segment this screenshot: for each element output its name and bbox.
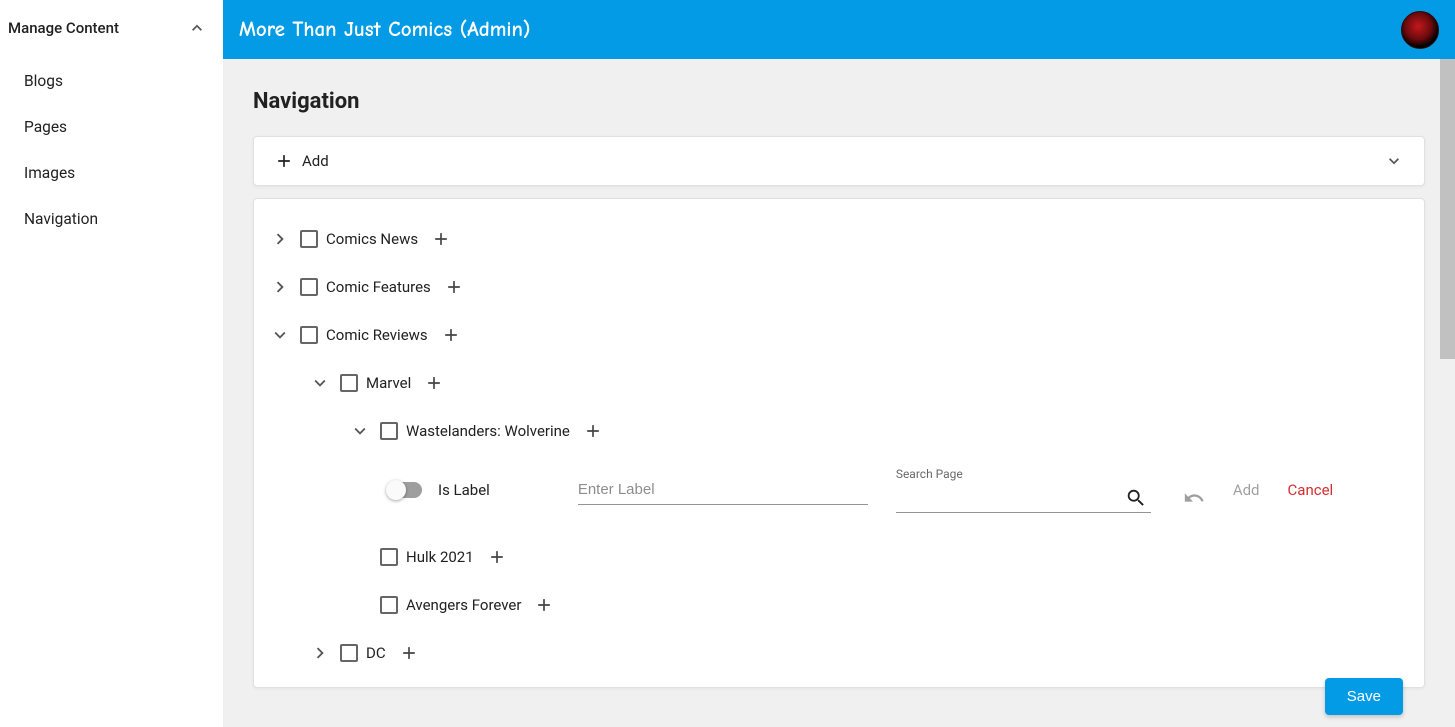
sidebar-section-toggle[interactable]: Manage Content (0, 10, 223, 46)
tree-node-comic-reviews: Comic Reviews (268, 315, 1410, 673)
tree-row: Comic Features (268, 267, 1410, 307)
scrollbar[interactable] (1440, 59, 1455, 727)
avatar[interactable] (1401, 11, 1439, 49)
sidebar-item-navigation[interactable]: Navigation (0, 196, 223, 242)
plus-icon (534, 595, 554, 615)
add-panel-left: Add (274, 151, 329, 171)
checkbox[interactable] (300, 230, 318, 248)
sidebar-item-blogs[interactable]: Blogs (0, 58, 223, 104)
add-child-button[interactable] (398, 642, 420, 664)
save-button[interactable]: Save (1325, 678, 1403, 715)
is-label-text: Is Label (438, 481, 490, 499)
sidebar-item-images[interactable]: Images (0, 150, 223, 196)
chevron-right-icon (269, 228, 291, 250)
nav-tree: Comics News Comic Features (253, 198, 1425, 688)
node-label: DC (366, 644, 386, 662)
tree-row: Marvel (308, 363, 1410, 403)
tree-row: Avengers Forever (348, 585, 1410, 625)
sidebar: Manage Content Blogs Pages Images Naviga… (0, 0, 223, 727)
add-child-button[interactable] (486, 546, 508, 568)
node-label: Marvel (366, 374, 411, 392)
add-child-button[interactable] (430, 228, 452, 250)
sidebar-heading-label: Manage Content (8, 19, 119, 37)
search-page-label: Search Page (896, 467, 1151, 481)
plus-icon (583, 421, 603, 441)
add-panel-label: Add (302, 152, 329, 170)
add-child-button[interactable] (423, 372, 445, 394)
node-label: Comics News (326, 230, 418, 248)
tree-node-dc: DC (308, 633, 1410, 673)
tree-node-comics-news: Comics News (268, 219, 1410, 259)
node-label: Comic Features (326, 278, 431, 296)
sidebar-items: Blogs Pages Images Navigation (0, 46, 223, 254)
scrollbar-thumb[interactable] (1440, 59, 1455, 359)
plus-icon (399, 643, 419, 663)
chevron-down-icon (1384, 151, 1404, 171)
is-label-toggle[interactable] (388, 482, 422, 498)
tree-node-wastelanders: Wastelanders: Wolverine (348, 411, 1410, 529)
plus-icon (487, 547, 507, 567)
tree-row: DC (308, 633, 1410, 673)
label-input[interactable] (578, 475, 868, 505)
app-title: More Than Just Comics (Admin) (239, 18, 530, 42)
search-icon[interactable] (1125, 487, 1147, 509)
add-child-form: Is Label Search Page (348, 451, 1410, 529)
tree-node-comic-features: Comic Features (268, 267, 1410, 307)
chevron-up-icon (187, 18, 207, 38)
node-label: Wastelanders: Wolverine (406, 422, 570, 440)
undo-icon[interactable] (1183, 487, 1205, 509)
children: Wastelanders: Wolverine (308, 411, 1410, 625)
tree-node-avengers: Avengers Forever (348, 585, 1410, 625)
inline-add-button: Add (1233, 481, 1260, 499)
chevron-right-icon (309, 642, 331, 664)
plus-icon (444, 277, 464, 297)
sidebar-item-pages[interactable]: Pages (0, 104, 223, 150)
collapse-toggle[interactable] (348, 420, 372, 442)
add-child-button[interactable] (440, 324, 462, 346)
app-root: Manage Content Blogs Pages Images Naviga… (0, 0, 1455, 727)
add-child-button[interactable] (533, 594, 555, 616)
add-child-button[interactable] (443, 276, 465, 298)
tree-row: Comics News (268, 219, 1410, 259)
content-area: Navigation Add (223, 59, 1455, 727)
main: More Than Just Comics (Admin) Navigation… (223, 0, 1455, 727)
checkbox[interactable] (380, 422, 398, 440)
collapse-toggle[interactable] (268, 324, 292, 346)
chevron-down-icon (269, 324, 291, 346)
expand-toggle[interactable] (268, 228, 292, 250)
plus-icon (274, 151, 294, 171)
checkbox[interactable] (300, 278, 318, 296)
node-label: Avengers Forever (406, 596, 521, 614)
checkbox[interactable] (340, 374, 358, 392)
search-page-input[interactable] (896, 483, 1151, 513)
chevron-down-icon (349, 420, 371, 442)
add-child-button[interactable] (582, 420, 604, 442)
tree-node-marvel: Marvel (308, 363, 1410, 625)
expand-toggle[interactable] (308, 642, 332, 664)
chevron-down-icon (309, 372, 331, 394)
node-label: Hulk 2021 (406, 548, 474, 566)
plus-icon (424, 373, 444, 393)
page-title: Navigation (253, 89, 1425, 114)
expand-toggle[interactable] (268, 276, 292, 298)
add-panel[interactable]: Add (253, 136, 1425, 186)
inline-cancel-button[interactable]: Cancel (1288, 481, 1334, 499)
children: Marvel (268, 363, 1410, 673)
checkbox[interactable] (380, 596, 398, 614)
tree-node-hulk: Hulk 2021 (348, 537, 1410, 577)
chevron-right-icon (269, 276, 291, 298)
topbar: More Than Just Comics (Admin) (223, 0, 1455, 59)
collapse-toggle[interactable] (308, 372, 332, 394)
checkbox[interactable] (300, 326, 318, 344)
tree-row: Hulk 2021 (348, 537, 1410, 577)
checkbox[interactable] (340, 644, 358, 662)
tree-row: Wastelanders: Wolverine (348, 411, 1410, 451)
node-label: Comic Reviews (326, 326, 428, 344)
checkbox[interactable] (380, 548, 398, 566)
plus-icon (431, 229, 451, 249)
plus-icon (441, 325, 461, 345)
tree-row: Comic Reviews (268, 315, 1410, 355)
